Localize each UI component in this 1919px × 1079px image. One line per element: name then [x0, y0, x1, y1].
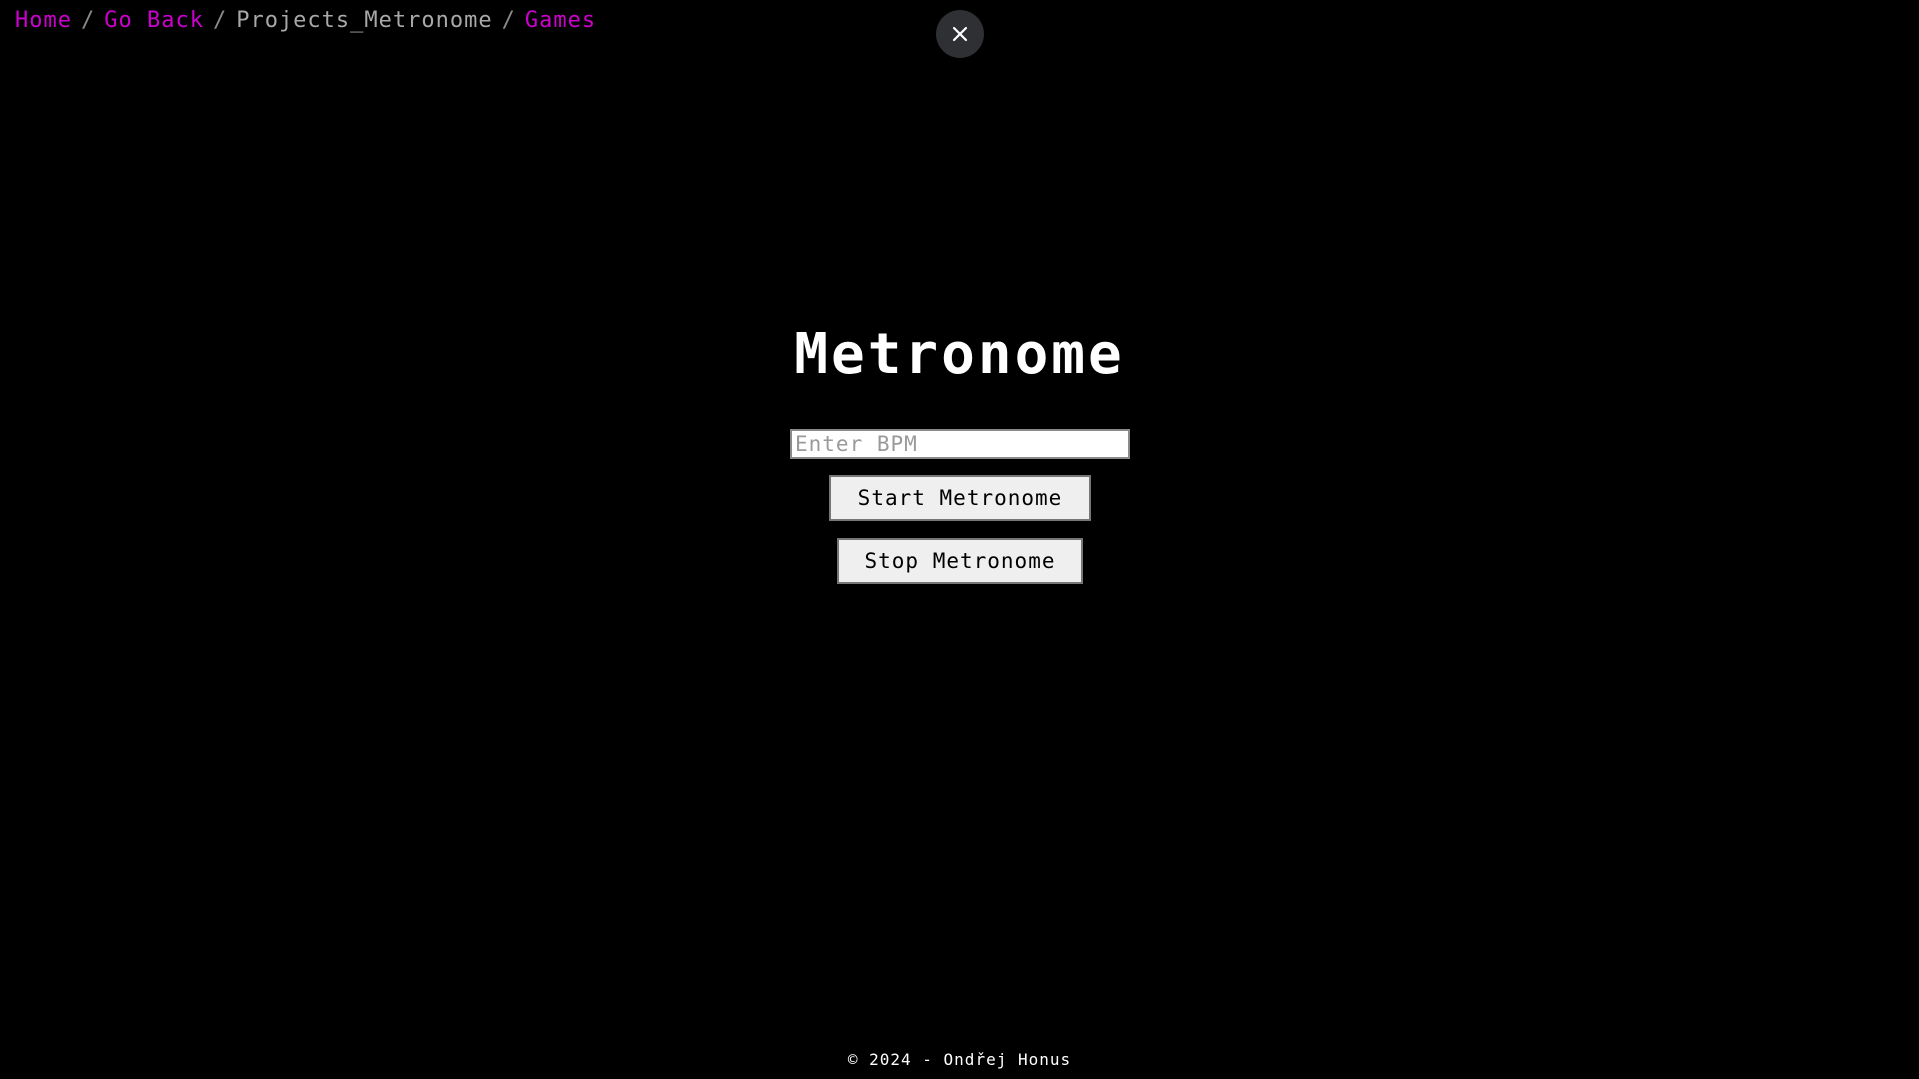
close-icon	[952, 26, 968, 42]
start-metronome-button[interactable]: Start Metronome	[829, 475, 1091, 521]
breadcrumb-separator: /	[501, 8, 516, 33]
bpm-input[interactable]	[790, 429, 1130, 459]
breadcrumb-go-back-link[interactable]: Go Back	[104, 8, 204, 33]
close-button[interactable]	[936, 10, 984, 58]
breadcrumb: Home / Go Back / Projects_Metronome / Ga…	[15, 8, 596, 33]
footer-copyright: © 2024 - Ondřej Honus	[847, 1050, 1072, 1069]
breadcrumb-current-page: Projects_Metronome	[236, 8, 493, 33]
breadcrumb-home-link[interactable]: Home	[15, 8, 72, 33]
breadcrumb-separator: /	[212, 8, 228, 33]
breadcrumb-games-link[interactable]: Games	[525, 8, 596, 33]
page-title: Metronome	[794, 322, 1125, 387]
stop-metronome-button[interactable]: Stop Metronome	[837, 538, 1083, 584]
breadcrumb-separator: /	[80, 8, 96, 33]
